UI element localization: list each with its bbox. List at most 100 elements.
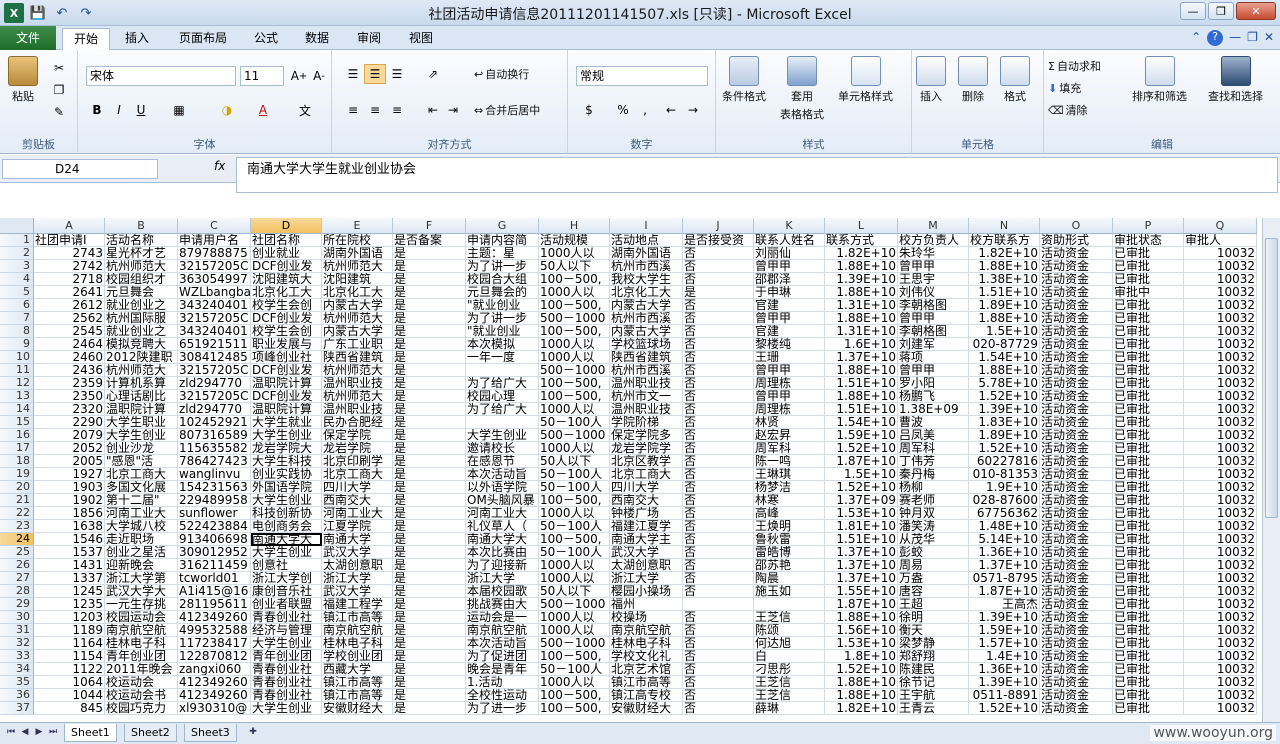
cell[interactable]: 1.37E+10 xyxy=(825,559,898,572)
column-header-p[interactable]: P xyxy=(1113,218,1184,234)
cell[interactable]: 电创商务会 xyxy=(251,520,322,533)
cell[interactable]: 校运动会书 xyxy=(105,689,178,702)
cell[interactable]: 100－500, xyxy=(539,273,610,286)
cell[interactable]: 北京艺术馆 xyxy=(610,663,683,676)
cell[interactable]: 民办合肥经 xyxy=(322,416,393,429)
cell[interactable]: 内蒙古大学 xyxy=(322,325,393,338)
cell[interactable]: 2742 xyxy=(34,260,105,273)
cell[interactable]: 已审批 xyxy=(1113,481,1184,494)
cell[interactable]: 内蒙古大学 xyxy=(322,299,393,312)
cell[interactable]: 邵苏艳 xyxy=(754,559,825,572)
cell[interactable]: 安徽财经大 xyxy=(322,702,393,715)
column-header-n[interactable]: N xyxy=(969,218,1040,234)
cell[interactable]: 100－500, xyxy=(539,325,610,338)
cell[interactable]: 武汉大学 xyxy=(322,585,393,598)
cell[interactable]: 蒋项 xyxy=(898,351,969,364)
cell[interactable]: 2350 xyxy=(34,390,105,403)
worksheet-grid[interactable]: A B C D E F G H I J K L M N O P Q 1 社团申请I 活动名称 申请用户名 社团名称 所在院校… xyxy=(0,218,1262,722)
cell[interactable]: 已审批 xyxy=(1113,403,1184,416)
insert-function-icon[interactable]: fx xyxy=(214,159,225,173)
cell[interactable]: 否 xyxy=(683,533,754,546)
cell[interactable]: 学院阶梯 xyxy=(610,416,683,429)
cell[interactable]: 创意社 xyxy=(251,559,322,572)
find-select-button[interactable]: 查找和选择 xyxy=(1208,56,1263,104)
cell[interactable]: 模拟竞聘大 xyxy=(105,338,178,351)
column-header-q[interactable]: Q xyxy=(1184,218,1257,234)
cell[interactable]: 大学城八校 xyxy=(105,520,178,533)
cell[interactable]: 1.52E+10 xyxy=(825,481,898,494)
cell[interactable]: 为了讲一步 xyxy=(466,312,539,325)
cell[interactable]: 否 xyxy=(683,351,754,364)
cell[interactable]: 大学生创业 xyxy=(251,637,322,650)
cell[interactable]: 102452921 xyxy=(178,416,251,429)
cell[interactable]: 大学生创业 xyxy=(105,429,178,442)
cell[interactable]: 否 xyxy=(683,416,754,429)
cell[interactable]: 1.87E+10 xyxy=(825,598,898,611)
cell[interactable]: 2743 xyxy=(34,247,105,260)
cell[interactable]: 否 xyxy=(683,507,754,520)
cell[interactable]: 温职院计算 xyxy=(251,377,322,390)
cell[interactable]: 1.38E+10 xyxy=(969,273,1040,286)
cell[interactable]: 1546 xyxy=(34,533,105,546)
cell[interactable]: 32157205C xyxy=(178,390,251,403)
cell[interactable]: 50－100人 xyxy=(539,481,610,494)
cell[interactable]: 100－500, xyxy=(539,702,610,715)
cell[interactable]: 挑战赛由大 xyxy=(466,598,539,611)
cell[interactable]: 1.51E+10 xyxy=(825,377,898,390)
cell[interactable]: 1337 xyxy=(34,572,105,585)
column-header-i[interactable]: I xyxy=(610,218,683,234)
cell[interactable]: 已审批 xyxy=(1113,637,1184,650)
cell[interactable]: 白 xyxy=(754,650,825,663)
cell[interactable]: 创业沙龙 xyxy=(105,442,178,455)
cell[interactable]: 412349260 xyxy=(178,689,251,702)
cell[interactable]: 1.39E+10 xyxy=(969,676,1040,689)
cell[interactable]: 活动资金 xyxy=(1040,429,1113,442)
cell[interactable]: 创业实践协 xyxy=(251,468,322,481)
cell[interactable]: 010-81353 xyxy=(969,468,1040,481)
cell[interactable]: 否 xyxy=(683,611,754,624)
cell[interactable]: 大学生创业 xyxy=(466,429,539,442)
cell[interactable]: 校方负责人 xyxy=(898,234,969,247)
cell[interactable]: 已审批 xyxy=(1113,702,1184,715)
shrink-font-icon[interactable]: A- xyxy=(308,66,330,86)
cell[interactable]: 2012陕建职 xyxy=(105,351,178,364)
cell[interactable]: 10032 xyxy=(1184,702,1257,715)
cell[interactable]: 否 xyxy=(683,403,754,416)
scroll-thumb[interactable] xyxy=(1265,238,1278,518)
cell[interactable]: 50－100人 xyxy=(539,546,610,559)
cell[interactable]: 是 xyxy=(393,520,466,533)
cell[interactable]: 1.31E+10 xyxy=(825,325,898,338)
cell[interactable]: 活动资金 xyxy=(1040,260,1113,273)
cell[interactable]: 32157205C xyxy=(178,364,251,377)
tab-sheet3[interactable]: Sheet3 xyxy=(184,724,237,742)
cell[interactable]: 2464 xyxy=(34,338,105,351)
cell[interactable]: 1122 xyxy=(34,663,105,676)
tab-sheet2[interactable]: Sheet2 xyxy=(124,724,177,742)
cell[interactable]: 已审批 xyxy=(1113,494,1184,507)
increase-indent-icon[interactable]: ⇥ xyxy=(442,100,464,120)
cell[interactable]: 1.9E+10 xyxy=(969,481,1040,494)
cell[interactable]: 2718 xyxy=(34,273,105,286)
cell[interactable]: 陈一鸣 xyxy=(754,455,825,468)
cell[interactable]: 是 xyxy=(393,572,466,585)
cell[interactable]: 是 xyxy=(393,247,466,260)
cell[interactable]: 1.55E+10 xyxy=(825,585,898,598)
cell[interactable]: 1.36E+10 xyxy=(969,546,1040,559)
cell[interactable]: 10032 xyxy=(1184,273,1257,286)
cell[interactable]: DCF创业发 xyxy=(251,312,322,325)
cell[interactable]: 镇江市高等 xyxy=(322,611,393,624)
cell[interactable]: 镇江市高等 xyxy=(322,676,393,689)
cell[interactable]: 曾甲甲 xyxy=(754,260,825,273)
cell[interactable]: 否 xyxy=(683,468,754,481)
cell[interactable]: 龙岩学院大 xyxy=(251,442,322,455)
cell[interactable]: 2052 xyxy=(34,442,105,455)
cell[interactable]: 北京工商大 xyxy=(322,468,393,481)
cell[interactable]: 走近职场 xyxy=(105,533,178,546)
cell[interactable]: 已审批 xyxy=(1113,572,1184,585)
cell[interactable]: 1.37E+10 xyxy=(825,572,898,585)
cell[interactable]: 已审批 xyxy=(1113,559,1184,572)
cell[interactable]: 已审批 xyxy=(1113,520,1184,533)
cell[interactable]: 保定学院多 xyxy=(610,429,683,442)
cell[interactable]: 校学生会创 xyxy=(251,325,322,338)
cell[interactable]: 校方联系方 xyxy=(969,234,1040,247)
